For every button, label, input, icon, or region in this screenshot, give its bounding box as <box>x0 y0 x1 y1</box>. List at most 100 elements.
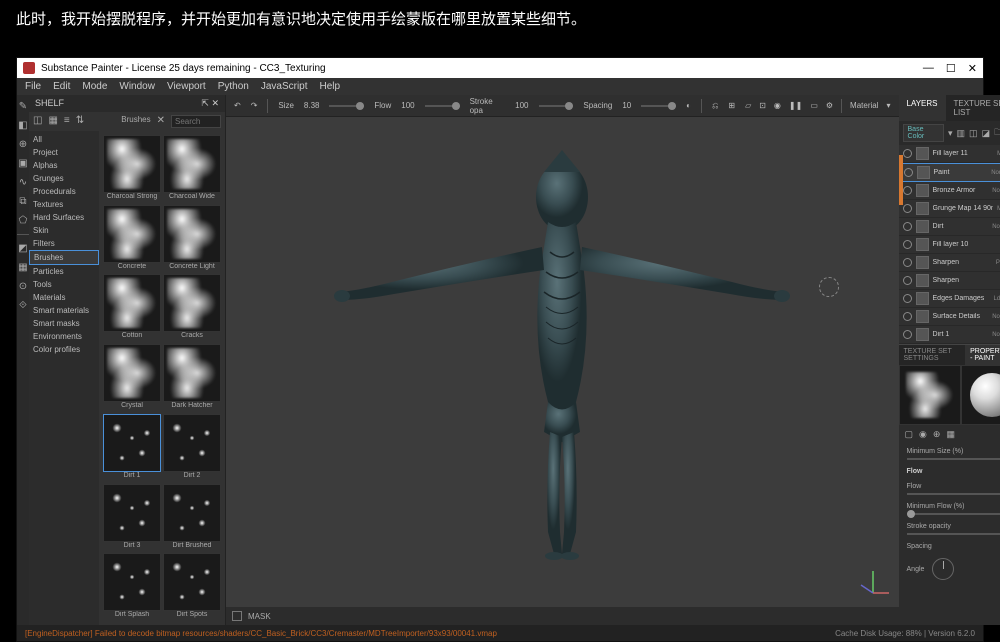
undo-icon[interactable]: ↶ <box>234 101 241 110</box>
brush-item[interactable]: Dirt Brushed <box>163 484 221 552</box>
shelf-cat-grunges[interactable]: Grunges <box>29 172 99 185</box>
shelf-cat-project[interactable]: Project <box>29 146 99 159</box>
shelf-collapse-icon[interactable]: ⇱ ✕ <box>201 98 219 109</box>
menu-edit[interactable]: Edit <box>53 81 70 92</box>
polygon-tool-icon[interactable]: ⬠ <box>19 215 28 226</box>
shelf-cat-textures[interactable]: Textures <box>29 198 99 211</box>
visibility-toggle-icon[interactable] <box>903 312 912 321</box>
mask-checkbox[interactable] <box>232 611 242 621</box>
viewport-canvas[interactable] <box>226 117 899 607</box>
shelf-cat-color-profiles[interactable]: Color profiles <box>29 343 99 356</box>
layer-row[interactable]: PaintNorm 100 <box>899 163 1000 182</box>
layer-row[interactable]: Fill layer 11Mul 100 <box>899 145 1000 163</box>
shelf-cat-particles[interactable]: Particles <box>29 265 99 278</box>
flow-slider[interactable] <box>907 493 1000 495</box>
stencil-icon[interactable]: ◉ <box>919 429 927 440</box>
shelf-cat-environments[interactable]: Environments <box>29 330 99 343</box>
flow-slider[interactable] <box>425 105 460 107</box>
layer-row[interactable]: Grunge Map 14 90mapMul 100 <box>899 200 1000 218</box>
minflow-slider[interactable] <box>907 513 1000 515</box>
tab-properties-paint[interactable]: PROPERTIES - PAINT <box>965 345 1000 365</box>
shelf-grid-icon[interactable]: ▦ <box>48 115 57 128</box>
layer-row[interactable]: Dirt 1Norm 100 <box>899 326 1000 344</box>
redo-icon[interactable]: ↷ <box>251 101 258 110</box>
layer-row[interactable]: DirtNorm 100 <box>899 218 1000 236</box>
expand-tool-icon[interactable]: ⟐ <box>19 300 27 311</box>
tab-layers[interactable]: LAYERS <box>899 95 946 121</box>
shelf-cat-smart-masks[interactable]: Smart masks <box>29 317 99 330</box>
brush-item[interactable]: Dark Hatcher <box>163 344 221 412</box>
shelf-cat-alphas[interactable]: Alphas <box>29 159 99 172</box>
brush-item[interactable]: Cracks <box>163 274 221 342</box>
brush-item[interactable]: Charcoal Strong <box>103 135 161 203</box>
brush-item[interactable]: Dirt 2 <box>163 414 221 482</box>
layer-row[interactable]: SharpenPthr 100 <box>899 254 1000 272</box>
projection-tool-icon[interactable]: ⊕ <box>19 139 27 150</box>
brush-tool-icon[interactable]: ✎ <box>19 101 27 112</box>
menu-javascript[interactable]: JavaScript <box>261 81 308 92</box>
minsize-slider[interactable] <box>907 458 1000 460</box>
add-folder-icon[interactable]: 🗀 <box>994 125 1000 141</box>
menu-file[interactable]: File <box>25 81 41 92</box>
shelf-list-icon[interactable]: ≡ <box>64 115 70 128</box>
brush-item[interactable]: Dirt Splash <box>103 553 161 621</box>
ref-tool-icon[interactable]: ▦ <box>18 262 27 273</box>
brush-item[interactable]: Dirt 1 <box>103 414 161 482</box>
tab-texture-set-list[interactable]: TEXTURE SET LIST <box>946 95 1000 121</box>
brush-item[interactable]: Charcoal Wide <box>163 135 221 203</box>
shelf-filter-icon[interactable]: ◫ <box>33 115 42 128</box>
symmetry-icon[interactable]: ⎌ <box>712 101 718 111</box>
visibility-toggle-icon[interactable] <box>903 149 912 158</box>
menu-viewport[interactable]: Viewport <box>167 81 206 92</box>
angle-dial[interactable] <box>932 558 954 580</box>
perspective-icon[interactable]: ▱ <box>745 101 751 110</box>
brush-item[interactable]: Cotton <box>103 274 161 342</box>
tab-texture-set-settings[interactable]: TEXTURE SET SETTINGS <box>899 345 966 365</box>
material-tool-icon[interactable]: ◩ <box>18 243 27 254</box>
maximize-button[interactable]: ☐ <box>946 62 956 75</box>
brush-angle-icon[interactable]: ◐ <box>686 101 691 110</box>
visibility-toggle-icon[interactable] <box>903 186 912 195</box>
light-gizmo-icon[interactable] <box>819 277 839 297</box>
shelf-cat-hard-surfaces[interactable]: Hard Surfaces <box>29 211 99 224</box>
shelf-tab-close-icon[interactable]: ✕ <box>157 115 165 128</box>
visibility-toggle-icon[interactable] <box>903 204 912 213</box>
shelf-cat-materials[interactable]: Materials <box>29 291 99 304</box>
shelf-cat-smart-materials[interactable]: Smart materials <box>29 304 99 317</box>
clone-tool-icon[interactable]: ⧉ <box>19 196 26 207</box>
eraser-tool-icon[interactable]: ◧ <box>18 120 27 131</box>
grid-icon[interactable]: ▦ <box>946 429 955 440</box>
add-fill-icon[interactable]: ◫ <box>969 128 978 139</box>
axis-gizmo[interactable] <box>855 563 891 599</box>
add-layer-icon[interactable]: ▥ <box>957 128 966 139</box>
shelf-cat-filters[interactable]: Filters <box>29 237 99 250</box>
iray-icon[interactable]: ◉ <box>774 101 781 110</box>
close-button[interactable]: ✕ <box>968 62 977 75</box>
shelf-cat-tools[interactable]: Tools <box>29 278 99 291</box>
visibility-toggle-icon[interactable] <box>904 168 913 177</box>
brush-item[interactable]: Dirt Spots <box>163 553 221 621</box>
grid-icon[interactable]: ⊞ <box>728 101 735 110</box>
layer-row[interactable]: Surface DetailsNorm 100 <box>899 308 1000 326</box>
display-icon[interactable]: ▭ <box>810 101 818 110</box>
shelf-search-input[interactable] <box>171 115 221 128</box>
shelf-cat-all[interactable]: All <box>29 133 99 146</box>
material-dropdown[interactable]: Material <box>850 101 878 110</box>
minimize-button[interactable]: — <box>923 62 934 75</box>
shelf-cat-brushes[interactable]: Brushes <box>29 250 99 265</box>
menu-window[interactable]: Window <box>119 81 155 92</box>
camera-icon[interactable]: ⊡ <box>759 101 766 110</box>
smudge-tool-icon[interactable]: ∿ <box>19 177 27 188</box>
fill-tool-icon[interactable]: ▣ <box>18 158 27 169</box>
visibility-toggle-icon[interactable] <box>903 276 912 285</box>
chevron-down-icon[interactable]: ▾ <box>887 101 891 110</box>
alpha-icon[interactable]: ▢ <box>905 429 914 440</box>
brush-item[interactable]: Concrete <box>103 205 161 273</box>
shelf-sort-icon[interactable]: ⇅ <box>76 115 84 128</box>
add-mask-icon[interactable]: ◪ <box>982 128 991 139</box>
visibility-toggle-icon[interactable] <box>903 330 912 339</box>
strokeop-slider[interactable] <box>907 533 1000 535</box>
layer-row[interactable]: Edges DamagesLdge 100 <box>899 290 1000 308</box>
shelf-cat-procedurals[interactable]: Procedurals <box>29 185 99 198</box>
add-icon[interactable]: ⊕ <box>933 429 941 440</box>
